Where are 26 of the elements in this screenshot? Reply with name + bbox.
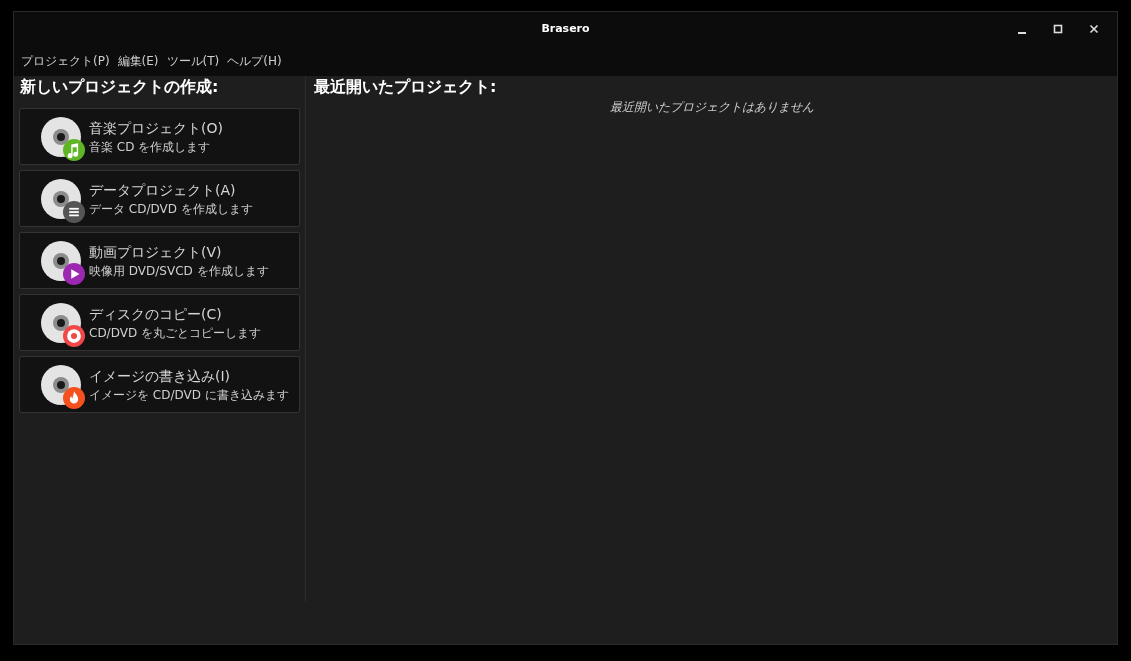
- project-type-title: ディスクのコピー(C): [89, 304, 223, 323]
- project-type-title: データプロジェクト(A): [89, 180, 237, 199]
- project-type-description: 音楽 CD を作成します: [89, 139, 212, 155]
- project-type-title: 音楽プロジェクト(O): [89, 118, 223, 137]
- window-title: Brasero: [541, 20, 590, 37]
- menu-item[interactable]: 編集(E): [114, 52, 162, 70]
- project-type-button[interactable]: イメージの書き込み(I) イメージを CD/DVD に書き込みます: [19, 356, 300, 413]
- maximize-icon: [1053, 24, 1063, 34]
- project-type-button[interactable]: 動画プロジェクト(V) 映像用 DVD/SVCD を作成します: [19, 232, 300, 289]
- project-type-description: イメージを CD/DVD に書き込みます: [89, 387, 289, 403]
- menu-item[interactable]: プロジェクト(P): [18, 52, 113, 70]
- section-heading: 最近開いたプロジェクト:: [314, 76, 497, 98]
- project-type-title: イメージの書き込み(I): [89, 366, 232, 385]
- project-type-description: データ CD/DVD を作成します: [89, 201, 253, 217]
- project-type-button[interactable]: 音楽プロジェクト(O) 音楽 CD を作成します: [19, 108, 300, 165]
- menu-item[interactable]: ツール(T): [163, 52, 223, 70]
- close-icon: [1089, 24, 1099, 34]
- project-type-description: CD/DVD を丸ごとコピーします: [89, 325, 261, 341]
- empty-message: 最近開いたプロジェクトはありません: [608, 99, 815, 116]
- section-heading: 新しいプロジェクトの作成:: [20, 76, 220, 98]
- minimize-icon: [1018, 31, 1026, 34]
- project-type-title: 動画プロジェクト(V): [89, 242, 223, 261]
- project-type-description: 映像用 DVD/SVCD を作成します: [89, 263, 269, 279]
- project-type-button[interactable]: ディスクのコピー(C) CD/DVD を丸ごとコピーします: [19, 294, 300, 351]
- menu-item[interactable]: ヘルプ(H): [224, 52, 285, 70]
- project-type-button[interactable]: データプロジェクト(A) データ CD/DVD を作成します: [19, 170, 300, 227]
